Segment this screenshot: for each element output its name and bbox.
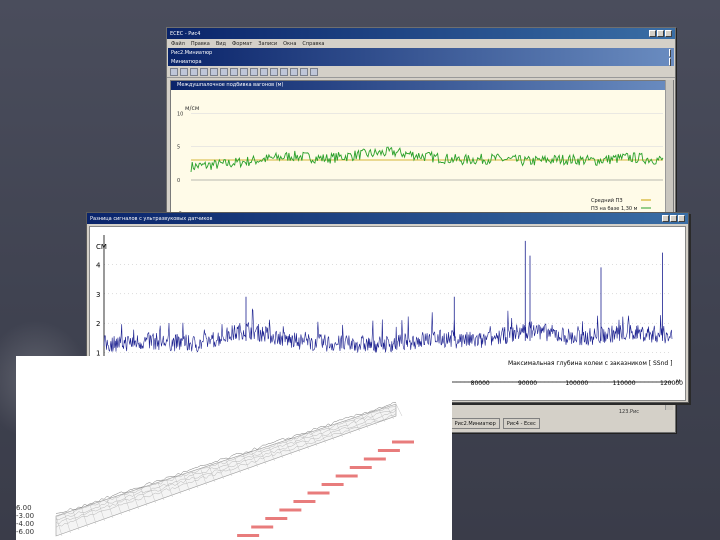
track-marker-label <box>307 491 330 495</box>
chart2-ytick: 2 <box>96 320 100 328</box>
document-title: Рис2.Миниатюр <box>171 49 213 56</box>
arrow-up-icon[interactable] <box>250 67 258 76</box>
chart2-xtick: 110000 <box>613 380 636 387</box>
document-title-2: Миниатюра <box>171 58 202 65</box>
track-marker-label <box>279 508 302 512</box>
copy-icon[interactable] <box>200 67 208 76</box>
front-maximize-button[interactable] <box>670 215 677 222</box>
chart2-ytick: 3 <box>96 291 100 299</box>
track-marker-label <box>293 500 316 503</box>
menu-bar: Файл Правка Вид Формат Записи Окна Справка <box>167 39 675 48</box>
track-profile-line <box>55 402 397 514</box>
track-3d-panel: 6.00 -3.00 -4.00 -6.00 <box>16 356 452 540</box>
track-marker-label <box>349 466 372 469</box>
track-marker-label <box>321 483 344 486</box>
doc2-close-button[interactable] <box>669 57 671 66</box>
menu-item-0[interactable]: Файл <box>171 41 185 47</box>
menu-item-1[interactable]: Правка <box>191 41 210 47</box>
track-marker-label <box>237 534 260 537</box>
chart1-series-main <box>190 146 664 173</box>
close-button[interactable] <box>665 30 672 37</box>
chart2-ytick: 4 <box>96 261 101 269</box>
minimize-button[interactable] <box>649 30 656 37</box>
front-close-button[interactable] <box>678 215 685 222</box>
taskbar-item-2[interactable]: Рис4 - Ecec <box>502 418 540 429</box>
arrow-down-icon[interactable] <box>260 67 268 76</box>
chart1-ytick: 10 <box>177 111 183 117</box>
undo-icon[interactable] <box>220 67 228 76</box>
chart2-annotation: Максимальная глубина колеи с заказником … <box>508 360 672 367</box>
front-window-titlebar[interactable]: Разница сигналов с ультразвуковых датчик… <box>87 213 688 224</box>
status-text: 123.Рис <box>618 409 639 415</box>
arrow-right-icon[interactable] <box>280 67 288 76</box>
toolbar <box>167 66 675 78</box>
track-marker-label <box>335 474 358 478</box>
menu-item-4[interactable]: Записи <box>258 41 277 47</box>
doc-close-button[interactable] <box>669 48 671 57</box>
document-titlebar-2[interactable]: Миниатюра <box>168 57 674 66</box>
track-bed <box>55 403 397 537</box>
chart1-ytick: 5 <box>177 145 180 151</box>
menu-item-5[interactable]: Окна <box>283 41 296 47</box>
zoom-in-icon[interactable] <box>230 67 238 76</box>
track-ytick: -6.00 <box>16 528 34 536</box>
chart1-ylabel: м/см <box>185 105 199 112</box>
taskbar-item-1[interactable]: Рис2.Миниатюр <box>450 418 500 429</box>
maximize-button[interactable] <box>657 30 664 37</box>
chart2-xtick: 90000 <box>518 380 537 387</box>
chart1-title: Междушпалочное подбивка вагонов (м) <box>171 81 673 90</box>
document-titlebar[interactable]: Рис2.Миниатюр <box>168 48 674 57</box>
track-marker-label <box>265 517 288 520</box>
chart2-series-signal <box>103 308 673 353</box>
print-icon[interactable] <box>180 67 188 76</box>
chart1-ytick: 0 <box>177 178 180 184</box>
chart2-ylabel: CM <box>96 243 107 251</box>
track-marker-label <box>251 525 274 529</box>
track-3d-svg: 6.00-3.00-4.00-6.00 <box>16 402 414 537</box>
track-crossline <box>395 403 403 417</box>
arrow-left-icon[interactable] <box>270 67 278 76</box>
zoom-out-icon[interactable] <box>240 67 248 76</box>
chart2-xtick: 100000 <box>565 380 588 387</box>
plus-icon[interactable] <box>290 67 298 76</box>
menu-item-3[interactable]: Формат <box>232 41 252 47</box>
save-icon[interactable] <box>170 67 178 76</box>
menu-item-2[interactable]: Вид <box>216 41 226 47</box>
front-minimize-button[interactable] <box>662 215 669 222</box>
track-marker-label <box>377 449 400 452</box>
minus-icon[interactable] <box>300 67 308 76</box>
menu-item-6[interactable]: Справка <box>302 41 324 47</box>
back-window-titlebar[interactable]: ECEC - Рис4 <box>167 28 675 39</box>
cut-icon[interactable] <box>190 67 198 76</box>
chart1-legend-label: Средний ПЗ <box>591 197 623 204</box>
back-window-title: ECEC - Рис4 <box>170 30 201 37</box>
track-marker-label <box>363 457 386 461</box>
track-ytick: -4.00 <box>16 520 34 528</box>
track-marker-label <box>392 440 414 444</box>
track-ytick: 6.00 <box>16 504 32 512</box>
track-ytick: -3.00 <box>16 512 34 520</box>
chart2-xtick: 80000 <box>471 380 490 387</box>
paste-icon[interactable] <box>210 67 218 76</box>
chart2-xtick: 120000 <box>660 380 683 387</box>
front-window-title: Разница сигналов с ультразвуковых датчик… <box>90 215 213 222</box>
filter-icon[interactable] <box>310 67 318 76</box>
